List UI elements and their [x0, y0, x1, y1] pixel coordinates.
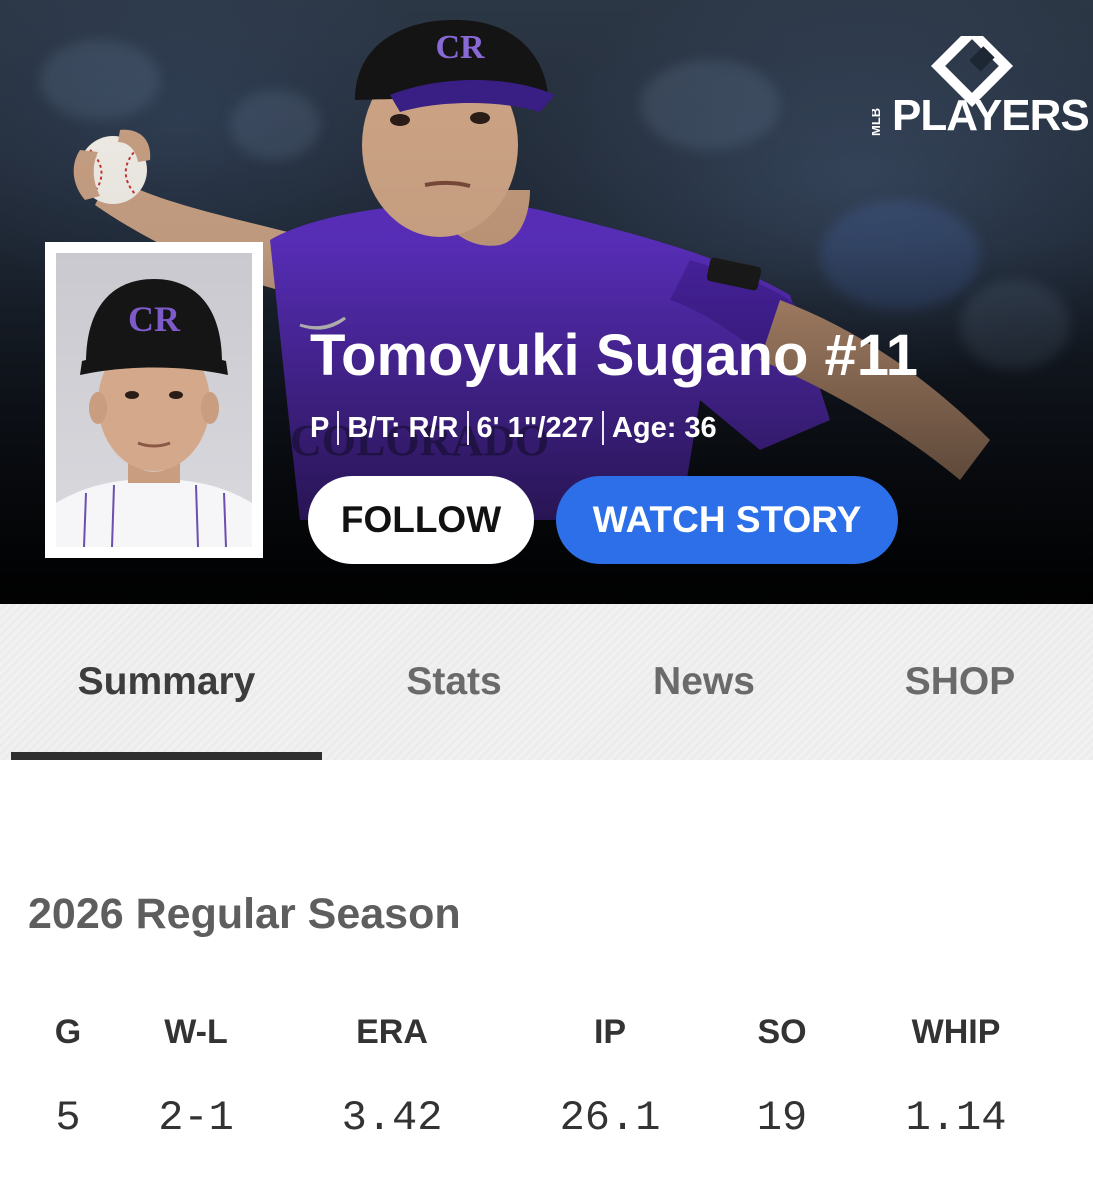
bio-age: Age: 36: [611, 411, 717, 444]
bio-divider: [466, 411, 469, 445]
stat-header-wl: W-L: [164, 1012, 228, 1051]
bio-height-weight: 6' 1"/227: [476, 411, 594, 444]
brand-small-text: MLB: [872, 108, 883, 136]
stat-value-era: 3.42: [341, 1094, 443, 1142]
mlb-players-logo: MLB PLAYERS: [868, 24, 1090, 140]
stat-header-g: G: [54, 1012, 82, 1051]
stat-header-era: ERA: [356, 1012, 428, 1051]
bio-divider: [337, 411, 340, 445]
player-headshot: CR: [45, 242, 263, 558]
brand-name: PLAYERS: [892, 91, 1090, 140]
tab-shop[interactable]: SHOP: [822, 604, 1093, 760]
tab-news[interactable]: News: [586, 604, 822, 760]
bio-divider: [601, 411, 604, 445]
headshot-cap-logo: CR: [128, 299, 181, 339]
headshot-photo: CR: [56, 253, 252, 547]
active-tab-indicator: [11, 752, 322, 760]
stat-value-so: 19: [756, 1094, 808, 1142]
stat-value-wl: 2-1: [158, 1094, 234, 1142]
stat-value-ip: 26.1: [559, 1094, 661, 1142]
tab-stats[interactable]: Stats: [322, 604, 586, 760]
bio-bats-throws: B/T: R/R: [347, 411, 459, 444]
follow-button[interactable]: FOLLOW: [308, 476, 534, 564]
stat-value-g: 5: [55, 1094, 81, 1142]
player-bio: P B/T: R/R 6' 1"/227 Age: 36: [310, 408, 717, 448]
player-hero: CR COLORADO MLB PLAYERS: [0, 0, 1093, 604]
tab-summary[interactable]: Summary: [11, 604, 322, 760]
stat-header-whip: WHIP: [911, 1012, 1001, 1051]
stat-header-so: SO: [757, 1012, 807, 1051]
stat-header-ip: IP: [593, 1012, 627, 1051]
headshot-illustration: CR: [56, 279, 252, 547]
player-name: Tomoyuki Sugano #11: [310, 323, 919, 388]
stat-value-whip: 1.14: [905, 1094, 1007, 1142]
watch-story-button[interactable]: WATCH STORY: [556, 476, 898, 564]
tab-bar: Summary Stats News SHOP: [0, 604, 1093, 760]
season-title: 2026 Regular Season: [28, 890, 461, 938]
bio-position: P: [310, 411, 330, 444]
